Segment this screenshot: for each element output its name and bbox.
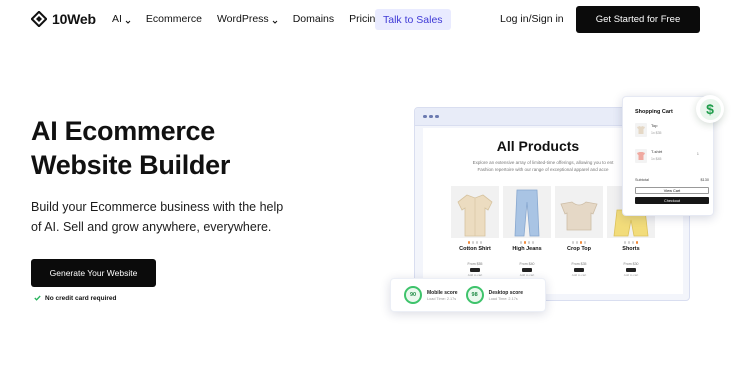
generate-website-button[interactable]: Generate Your Website [31,259,156,287]
add-to-cart-button[interactable] [626,267,636,272]
add-to-cart-button[interactable] [470,267,480,272]
brand-name: 10Web [52,11,96,27]
site-header: 10Web AI Ecommerce WordPress Domains Pri… [0,0,742,40]
chevron-down-icon [272,16,278,24]
hero-title: AI Ecommerce Website Builder [31,116,231,180]
product-card[interactable]: Crop Top From $35 Add to cart [555,186,603,277]
add-to-cart-button[interactable] [522,267,532,272]
store-description: Explore an extensive array of limited-ti… [472,160,614,172]
logo-diamond-icon [30,10,48,28]
color-swatches [607,241,655,244]
score-ring: 98 [465,286,484,304]
talk-to-sales-button[interactable]: Talk to Sales [375,9,451,30]
dollar-icon: $ [696,95,724,123]
main-nav: AI Ecommerce WordPress Domains Pricing [112,13,396,25]
color-swatches [555,241,603,244]
product-thumbnail [635,123,647,137]
no-credit-card-note: No credit card required [34,294,117,303]
nav-item-wordpress[interactable]: WordPress [217,13,278,25]
nav-item-ecommerce[interactable]: Ecommerce [146,13,202,25]
brand-logo[interactable]: 10Web [30,10,96,28]
product-card[interactable]: High Jeans From $40 Add to cart [503,186,551,277]
cart-subtotal: Subtotal $130 [635,178,709,182]
window-dot-icon [423,114,427,119]
add-to-cart-button[interactable] [574,267,584,272]
check-icon [34,294,41,303]
chevron-down-icon [125,16,131,24]
quantity-stepper[interactable]: 1 [697,151,699,156]
product-thumbnail [635,149,647,163]
shirt-icon [457,194,493,237]
window-dot-icon [429,114,433,119]
cart-item: T-shirt 1x $45 [635,149,662,163]
desktop-score: 98 Desktop score Load Time: 2.17s [465,286,523,304]
product-image [451,186,499,238]
color-swatches [503,241,551,244]
window-dot-icon [435,114,439,119]
product-image [503,186,551,238]
view-cart-button[interactable]: View Cart [635,187,709,194]
mobile-score: 90 Mobile score Load Time: 2.17s [404,286,458,304]
score-ring: 90 [404,286,422,304]
cart-item: Top 1x $35 [635,123,662,137]
hero-subtitle: Build your Ecommerce business with the h… [31,200,284,234]
performance-scores-card: 90 Mobile score Load Time: 2.17s 98 Desk… [390,278,546,312]
nav-item-ai[interactable]: AI [112,13,131,25]
color-swatches [451,241,499,244]
jeans-icon [514,189,540,237]
login-link[interactable]: Log in/Sign in [500,13,564,25]
product-image [555,186,603,238]
checkout-button[interactable]: Checkout [635,197,709,204]
product-card[interactable]: Cotton Shirt From $55 Add to cart [451,186,499,277]
crop-top-icon [560,201,598,231]
nav-item-domains[interactable]: Domains [293,13,334,25]
store-heading: All Products [496,138,580,154]
cart-title: Shopping Cart [635,109,673,115]
get-started-button[interactable]: Get Started for Free [576,6,700,33]
